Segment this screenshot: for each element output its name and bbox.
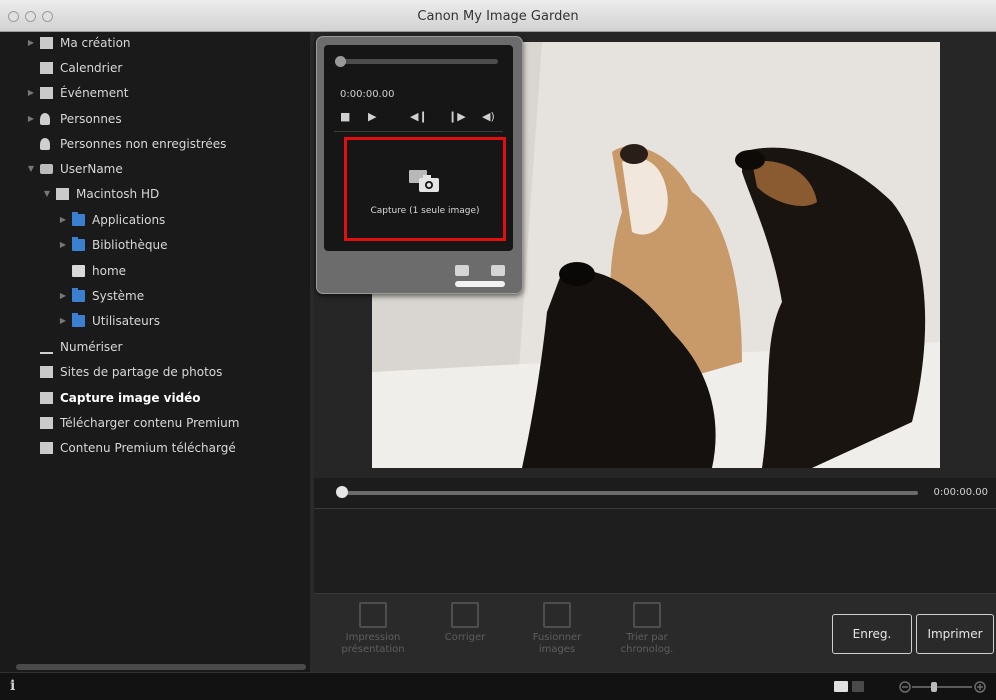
- video-player-panel: 0:00:00.00 ■ ▶ ◀❙ ❙▶ ◀) Capture (1 seule…: [316, 36, 523, 294]
- stop-icon[interactable]: ■: [340, 110, 350, 123]
- capture-single-image-button[interactable]: Capture (1 seule image): [344, 137, 506, 241]
- sidebar-item-label: Système: [92, 289, 145, 303]
- event-icon: [40, 87, 53, 99]
- tool-label: Impression présentation: [341, 632, 405, 655]
- window-titlebar: Canon My Image Garden: [0, 0, 996, 32]
- folder-icon: [72, 288, 85, 302]
- unregistered-people-icon: [40, 138, 50, 150]
- fusionner-images-button[interactable]: Fusionner images: [516, 602, 598, 656]
- sidebar-item-label: Personnes non enregistrées: [60, 137, 227, 151]
- view-mode-small-icon[interactable]: [852, 681, 864, 692]
- panel-size-slider[interactable]: [455, 281, 505, 287]
- folder-icon: [72, 313, 85, 327]
- scan-icon: [40, 344, 53, 354]
- sidebar-item-label: Utilisateurs: [92, 314, 160, 328]
- sidebar-item-label: Bibliothèque: [92, 238, 168, 252]
- player-controls-area: 0:00:00.00 ■ ▶ ◀❙ ❙▶ ◀) Capture (1 seule…: [324, 45, 513, 251]
- tool-label: Corriger: [444, 632, 486, 643]
- single-capture-mode-icon[interactable]: [455, 265, 469, 276]
- player-divider: [334, 131, 503, 132]
- player-seek-knob[interactable]: [335, 56, 346, 67]
- status-bar: i: [0, 672, 996, 700]
- impression-presentation-button[interactable]: Impression présentation: [332, 602, 414, 656]
- sidebar-item-label: Télécharger contenu Premium: [60, 416, 240, 430]
- sidebar-item-label: Sites de partage de photos: [60, 365, 223, 379]
- volume-icon[interactable]: ◀): [482, 110, 495, 123]
- timeline-track[interactable]: [342, 491, 918, 495]
- window-title: Canon My Image Garden: [417, 9, 579, 24]
- sidebar-item-label: UserName: [60, 162, 123, 176]
- next-frame-icon[interactable]: ❙▶: [448, 110, 466, 123]
- disclosure-triangle-icon[interactable]: ▶: [26, 32, 36, 54]
- sidebar-item-label: Capture image vidéo: [60, 391, 201, 405]
- sidebar-item-label: Applications: [92, 213, 166, 227]
- view-mode-large-icon[interactable]: [834, 681, 848, 692]
- document-icon: [72, 265, 85, 277]
- sidebar-item-label: Personnes: [60, 112, 122, 126]
- sidebar-item-label: home: [92, 264, 127, 278]
- layout-print-icon: [359, 602, 387, 628]
- sidebar-item-label: Macintosh HD: [76, 187, 160, 201]
- sort-chronological-icon: [633, 602, 661, 628]
- disclosure-triangle-icon[interactable]: ▶: [58, 234, 68, 256]
- corriger-button[interactable]: Corriger: [424, 602, 506, 644]
- user-drive-icon: [40, 164, 53, 174]
- correct-icon: [451, 602, 479, 628]
- play-icon[interactable]: ▶: [368, 110, 376, 123]
- timeline-knob[interactable]: [336, 486, 348, 498]
- tool-label: Trier par chronolog.: [620, 632, 674, 655]
- timeline-time: 0:00:00.00: [933, 487, 988, 498]
- folder-icon: [40, 442, 53, 454]
- folder-icon: [72, 212, 85, 226]
- people-icon: [40, 113, 50, 125]
- player-seek-slider[interactable]: [335, 56, 498, 67]
- sidebar-item-label: Ma création: [60, 36, 131, 50]
- captured-images-area: [314, 509, 996, 593]
- folder-icon: [72, 237, 85, 251]
- disclosure-triangle-open-icon[interactable]: ▼: [42, 183, 52, 205]
- merge-images-icon: [543, 602, 571, 628]
- print-button[interactable]: Imprimer: [916, 614, 994, 654]
- disclosure-triangle-icon[interactable]: ▶: [58, 209, 68, 231]
- save-button[interactable]: Enreg.: [832, 614, 912, 654]
- info-icon[interactable]: i: [10, 678, 15, 694]
- previous-frame-icon[interactable]: ◀❙: [410, 110, 428, 123]
- bottom-toolbar: Impression présentation Corriger Fusionn…: [314, 593, 996, 673]
- sidebar: ▶ Ma création Calendrier ▶ Événement ▶ P…: [0, 32, 310, 672]
- camera-capture-icon: [409, 170, 439, 192]
- disclosure-triangle-icon[interactable]: ▶: [58, 310, 68, 332]
- sidebar-item-label: Calendrier: [60, 61, 123, 75]
- sidebar-item-label: Événement: [60, 86, 129, 100]
- capture-button-label: Capture (1 seule image): [370, 206, 480, 216]
- calendar-icon: [40, 62, 53, 74]
- download-premium-icon: [40, 417, 53, 429]
- my-art-icon: [40, 37, 53, 49]
- disclosure-triangle-open-icon[interactable]: ▼: [26, 158, 36, 180]
- player-time-readout: 0:00:00.00: [340, 89, 395, 100]
- disclosure-triangle-icon[interactable]: ▶: [58, 285, 68, 307]
- tool-label: Fusionner images: [532, 632, 582, 655]
- video-timeline: 0:00:00.00: [314, 478, 996, 509]
- sidebar-item-label: Contenu Premium téléchargé: [60, 441, 236, 455]
- disclosure-triangle-icon[interactable]: ▶: [26, 82, 36, 104]
- multi-capture-mode-icon[interactable]: [491, 265, 505, 276]
- zoom-slider[interactable]: [898, 680, 988, 694]
- video-frame-capture-icon: [40, 392, 53, 404]
- hard-disk-icon: [56, 188, 69, 200]
- sidebar-scrollbar[interactable]: [16, 664, 306, 670]
- sidebar-item-label: Numériser: [60, 340, 123, 354]
- photo-sharing-icon: [40, 366, 53, 378]
- trier-chronolog-button[interactable]: Trier par chronolog.: [606, 602, 688, 656]
- disclosure-triangle-icon[interactable]: ▶: [26, 108, 36, 130]
